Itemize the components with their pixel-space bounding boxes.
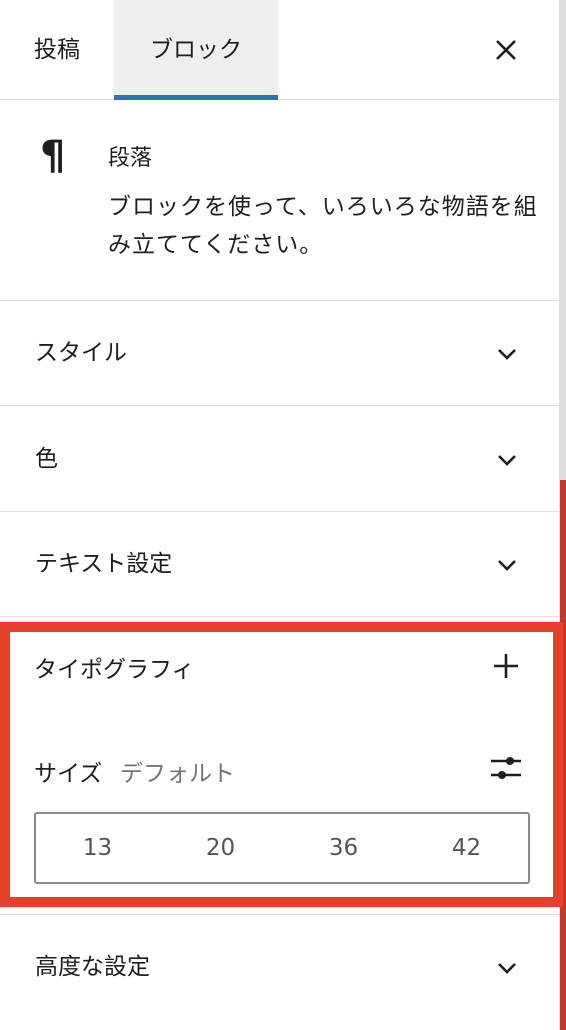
font-size-option[interactable]: 20 <box>159 814 282 882</box>
paragraph-icon: ¶ <box>40 133 66 179</box>
panel-advanced-label: 高度な設定 <box>35 954 150 980</box>
font-size-picker: 13 20 36 42 <box>34 812 530 884</box>
panel-typography: タイポグラフィ サイズ デフォルト 13 20 36 42 <box>0 622 563 907</box>
settings-sliders-icon[interactable] <box>488 750 524 786</box>
close-icon <box>496 40 516 60</box>
font-size-option[interactable]: 42 <box>405 814 528 882</box>
font-size-value: デフォルト <box>120 761 235 787</box>
block-card: ¶ 段落 ブロックを使って、いろいろな物語を組み立ててください。 <box>0 100 560 301</box>
font-size-label: サイズ <box>34 761 103 787</box>
close-button[interactable] <box>484 28 528 72</box>
chevron-down-icon <box>498 963 516 974</box>
block-title: 段落 <box>108 146 153 171</box>
font-size-option[interactable]: 13 <box>36 814 159 882</box>
plus-icon[interactable] <box>490 650 522 682</box>
block-description: ブロックを使って、いろいろな物語を組み立ててください。 <box>108 194 538 258</box>
panel-style-label: スタイル <box>35 340 127 366</box>
tab-post[interactable]: 投稿 <box>12 0 102 100</box>
panel-color[interactable]: 色 <box>0 407 560 512</box>
panel-text-settings-label: テキスト設定 <box>35 551 173 577</box>
tab-block-label: ブロック <box>150 37 242 63</box>
panel-color-label: 色 <box>35 446 58 472</box>
chevron-down-icon <box>498 455 516 466</box>
tab-block[interactable]: ブロック <box>114 0 278 100</box>
typography-title: タイポグラフィ <box>34 657 195 683</box>
sidebar-tabs: 投稿 ブロック <box>0 0 560 100</box>
settings-sidebar: 投稿 ブロック ¶ 段落 ブロックを使って、いろいろな物語を組み立ててください。… <box>0 0 563 1030</box>
font-size-option[interactable]: 36 <box>282 814 405 882</box>
panel-text-settings[interactable]: テキスト設定 <box>0 512 560 617</box>
chevron-down-icon <box>498 349 516 360</box>
panel-style[interactable]: スタイル <box>0 301 560 406</box>
panel-advanced[interactable]: 高度な設定 <box>0 914 560 1019</box>
chevron-down-icon <box>498 560 516 571</box>
